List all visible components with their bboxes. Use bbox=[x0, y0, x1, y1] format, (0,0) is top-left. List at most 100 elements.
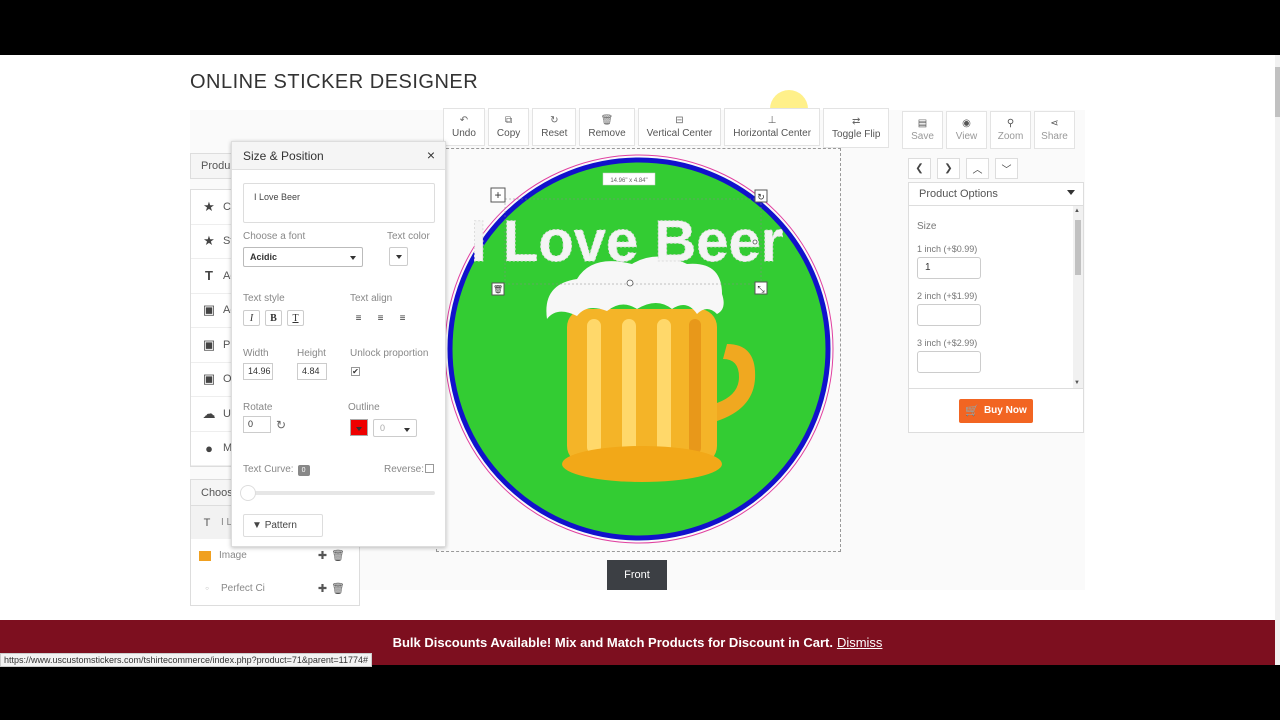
zoom-button[interactable]: ⚲ Zoom bbox=[990, 111, 1031, 149]
option-label: 1 inch (+$0.99) bbox=[917, 244, 978, 254]
quantity-input-1inch[interactable]: 1 bbox=[917, 257, 981, 279]
caret-down-icon bbox=[404, 428, 410, 432]
page-scrollbar[interactable] bbox=[1275, 55, 1280, 665]
scrollbar-thumb[interactable] bbox=[1075, 220, 1081, 275]
move-left-button[interactable]: ❮ bbox=[908, 158, 931, 179]
view-label: View bbox=[955, 131, 978, 142]
vertical-center-button[interactable]: ⊟ Vertical Center bbox=[637, 108, 722, 146]
move-arrows: ❮ ❯ ︿ ﹀ bbox=[908, 158, 1018, 179]
view-button[interactable]: ◉ View bbox=[946, 111, 987, 149]
options-scrollbar[interactable]: ▲ ▼ bbox=[1073, 206, 1083, 388]
size-position-title: Size & Position bbox=[243, 149, 324, 163]
copy-button[interactable]: ⧉ Copy bbox=[487, 108, 530, 146]
share-button[interactable]: ⋖ Share bbox=[1034, 111, 1075, 149]
move-handle-icon[interactable]: + bbox=[490, 187, 506, 203]
pattern-button[interactable]: ▼ Pattern bbox=[243, 514, 323, 537]
save-label: Save bbox=[911, 131, 934, 142]
underline-button[interactable]: T bbox=[287, 310, 304, 326]
close-icon[interactable]: × bbox=[427, 147, 435, 163]
layer-row-perfect-circle[interactable]: ○ Perfect Ci ✚🗑 bbox=[191, 572, 359, 605]
image-icon: ▣ bbox=[202, 302, 216, 318]
banner-text: Bulk Discounts Available! Mix and Match … bbox=[392, 635, 833, 650]
unlock-proportion-checkbox[interactable]: ✔ bbox=[351, 367, 360, 376]
main-toolbar: ↶ Undo ⧉ Copy ↻ Reset 🗑 Remove ⊟ Vertical Cen… bbox=[443, 108, 890, 148]
svg-text:🗑: 🗑 bbox=[493, 285, 503, 294]
reset-button[interactable]: ↻ Reset bbox=[532, 108, 577, 146]
move-up-button[interactable]: ︿ bbox=[966, 158, 989, 179]
text-curve-slider[interactable] bbox=[247, 491, 435, 495]
text-curve-slider-handle[interactable] bbox=[240, 485, 256, 501]
outline-width-select[interactable]: 0 bbox=[373, 419, 417, 437]
undo-button[interactable]: ↶ Undo bbox=[443, 108, 485, 146]
choose-font-label: Choose a font bbox=[243, 231, 306, 242]
move-right-button[interactable]: ❯ bbox=[937, 158, 960, 179]
quantity-input-3inch[interactable] bbox=[917, 351, 981, 373]
toggle-flip-label: Toggle Flip bbox=[832, 129, 881, 140]
layer-actions[interactable]: ✚🗑 bbox=[318, 549, 349, 562]
image-icon: ▣ bbox=[202, 371, 216, 387]
save-button[interactable]: ▤ Save bbox=[902, 111, 943, 149]
option-label: 3 inch (+$2.99) bbox=[917, 338, 978, 348]
rotate-reset-icon[interactable]: ↻ bbox=[276, 418, 286, 432]
share-icon: ⋖ bbox=[1050, 118, 1059, 129]
product-options-body: Size 1 inch (+$0.99) 1 2 inch (+$1.99) 3… bbox=[909, 206, 1083, 388]
front-side-button[interactable]: Front bbox=[607, 560, 667, 590]
italic-button[interactable]: I bbox=[243, 310, 260, 326]
rotate-handle-icon[interactable]: ↻ bbox=[754, 189, 768, 203]
width-label: Width bbox=[243, 348, 269, 359]
text-icon: T bbox=[203, 516, 211, 529]
horizontal-center-button[interactable]: ⊥ Horizontal Center bbox=[724, 108, 821, 146]
move-down-button[interactable]: ﹀ bbox=[995, 158, 1018, 179]
selection-size-text: 14.96" x 4.84" bbox=[610, 178, 647, 184]
product-options-header[interactable]: Product Options bbox=[909, 183, 1083, 206]
horizontal-center-label: Horizontal Center bbox=[733, 128, 812, 139]
design-area[interactable]: I Love Beer 14.96" x 4.84" + ↻ 🗑 ⤡ bbox=[436, 148, 841, 552]
page-title: ONLINE STICKER DESIGNER bbox=[190, 71, 479, 93]
star-icon: ★ bbox=[203, 233, 215, 249]
scroll-up-icon[interactable]: ▲ bbox=[1074, 208, 1080, 214]
user-icon: ● bbox=[205, 440, 213, 456]
align-center-icon[interactable]: ≡ bbox=[372, 310, 389, 326]
width-input[interactable]: 14.96 bbox=[243, 363, 273, 380]
remove-button[interactable]: 🗑 Remove bbox=[579, 108, 635, 146]
vertical-center-label: Vertical Center bbox=[646, 128, 713, 139]
font-value: Acidic bbox=[250, 252, 278, 262]
right-center-handle[interactable] bbox=[752, 239, 758, 245]
secondary-toolbar: ▤ Save ◉ View ⚲ Zoom ⋖ Share bbox=[902, 111, 1075, 149]
text-color-picker[interactable] bbox=[389, 247, 408, 266]
text-style-label: Text style bbox=[243, 293, 285, 304]
text-icon: T bbox=[205, 268, 213, 284]
height-input[interactable]: 4.84 bbox=[297, 363, 327, 380]
copy-label: Copy bbox=[496, 128, 521, 139]
image-thumb-icon bbox=[199, 550, 211, 561]
text-input[interactable]: I Love Beer bbox=[243, 183, 435, 223]
caret-down-icon bbox=[350, 256, 356, 260]
delete-handle-icon[interactable]: 🗑 bbox=[491, 282, 505, 296]
rotate-label: Rotate bbox=[243, 402, 273, 413]
sticker-canvas[interactable]: I Love Beer 14.96" x 4.84" + ↻ 🗑 ⤡ bbox=[437, 149, 842, 553]
refresh-icon: ↻ bbox=[550, 115, 559, 126]
layer-actions[interactable]: ✚🗑 bbox=[318, 582, 349, 595]
bold-button[interactable]: B bbox=[265, 310, 282, 326]
resize-handle-icon[interactable]: ⤡ bbox=[754, 281, 768, 295]
font-select[interactable]: Acidic bbox=[243, 247, 363, 267]
size-position-header[interactable]: Size & Position × bbox=[232, 142, 445, 170]
sticker-text[interactable]: I Love Beer bbox=[470, 209, 784, 275]
outline-color-picker[interactable] bbox=[350, 419, 368, 436]
product-options-title: Product Options bbox=[919, 188, 998, 200]
align-right-icon[interactable]: ≡ bbox=[394, 310, 411, 326]
scroll-down-icon[interactable]: ▼ bbox=[1074, 380, 1080, 386]
text-color-label: Text color bbox=[387, 231, 430, 242]
bottom-center-handle[interactable] bbox=[626, 279, 634, 287]
quantity-input-2inch[interactable] bbox=[917, 304, 981, 326]
align-left-icon[interactable]: ≡ bbox=[350, 310, 367, 326]
buy-now-button[interactable]: 🛒 Buy Now bbox=[959, 398, 1033, 423]
dismiss-link[interactable]: Dismiss bbox=[837, 635, 883, 650]
rotate-input[interactable]: 0 bbox=[243, 416, 271, 433]
toggle-flip-button[interactable]: ⇄ Toggle Flip bbox=[823, 108, 890, 148]
product-options-panel: Product Options Size 1 inch (+$0.99) 1 2… bbox=[908, 182, 1084, 433]
filter-icon: ▼ bbox=[252, 520, 262, 531]
scrollbar-thumb[interactable] bbox=[1275, 67, 1280, 117]
reverse-checkbox[interactable] bbox=[425, 464, 434, 473]
vertical-center-icon: ⊟ bbox=[675, 115, 684, 126]
